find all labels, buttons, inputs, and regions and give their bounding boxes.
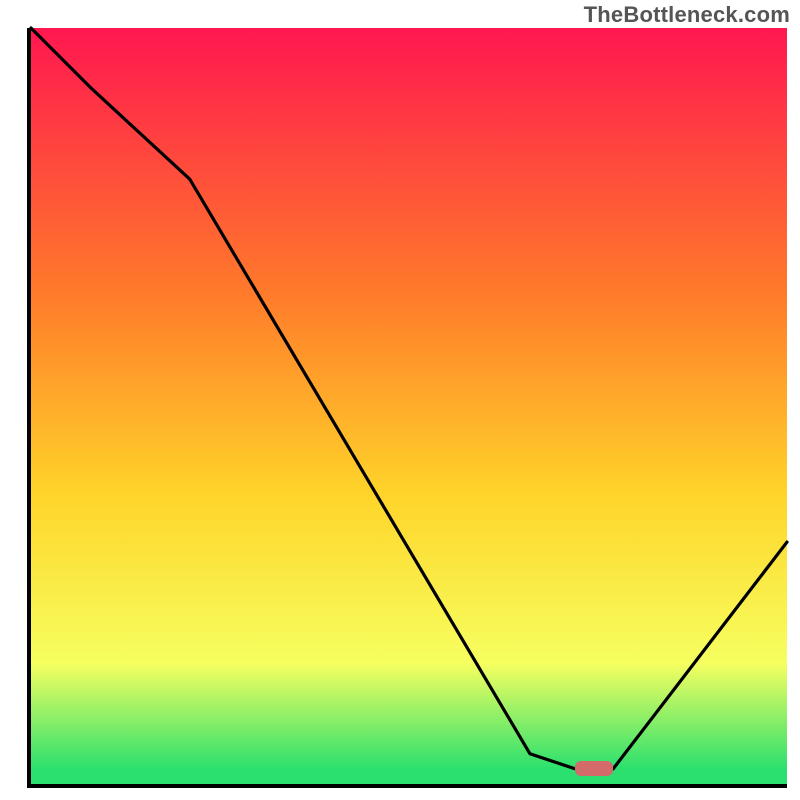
chart-root: TheBottleneck.com xyxy=(0,0,800,800)
plot-area xyxy=(27,28,787,788)
watermark-text: TheBottleneck.com xyxy=(584,2,790,28)
bottleneck-curve xyxy=(31,28,787,784)
optimal-range-marker xyxy=(575,761,613,776)
